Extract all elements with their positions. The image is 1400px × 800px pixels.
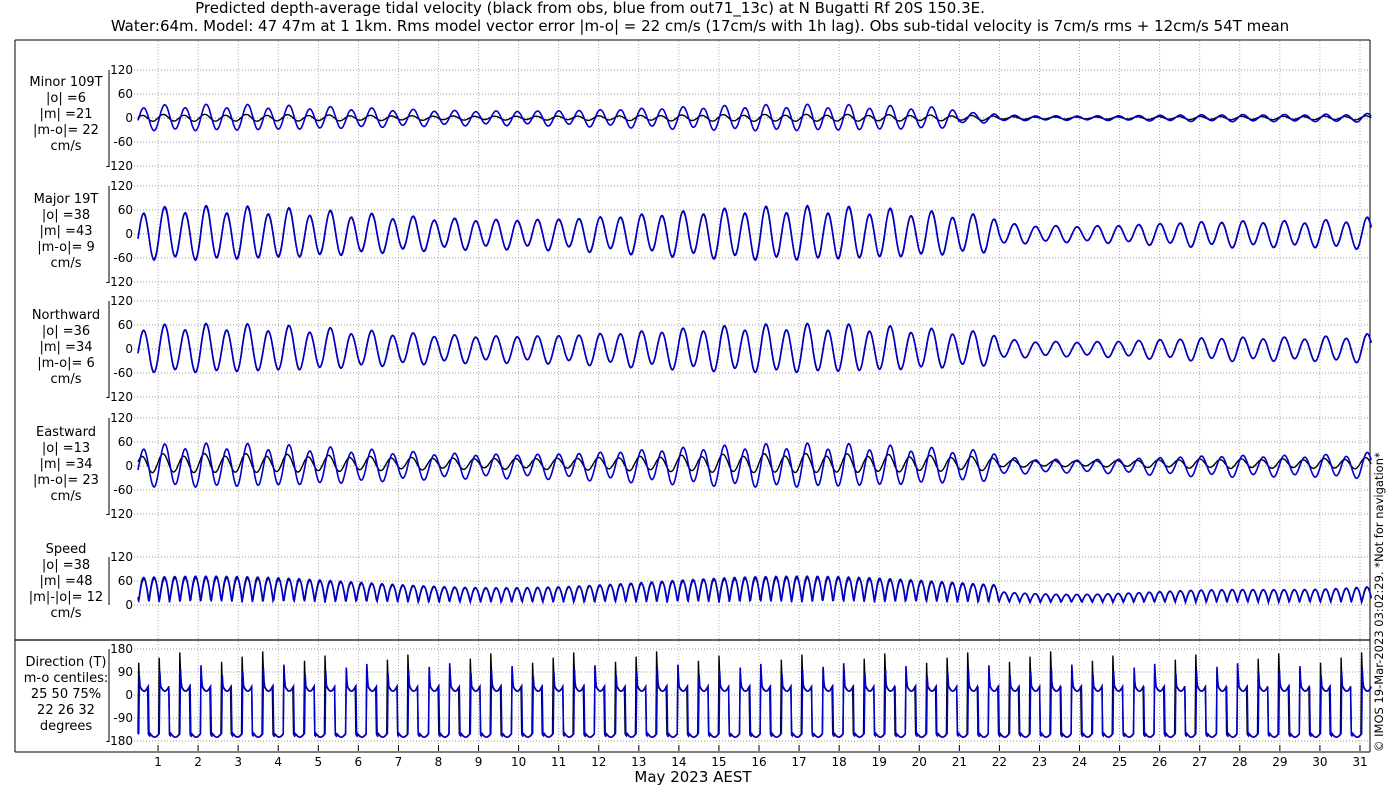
y-tick-label: 180 (110, 642, 133, 656)
x-tick-label: 5 (314, 755, 322, 769)
x-tick-label: 29 (1272, 755, 1287, 769)
x-tick-label: 25 (1112, 755, 1127, 769)
y-tick-label: -120 (106, 507, 133, 521)
x-tick-label: 4 (274, 755, 282, 769)
x-tick-label: 16 (751, 755, 766, 769)
tidal-velocity-chart: 1 2 3 4 5 6 7 8 9 10 11 12 13 14 15 16 17 18 19 20 21 22 23 24 2… (14, 39, 1372, 769)
x-tick-label: 19 (872, 755, 887, 769)
obs-series-line (137, 651, 1372, 738)
x-axis-label: May 2023 AEST (634, 768, 752, 786)
x-tick-label: 8 (435, 755, 443, 769)
x-tick-label: 17 (791, 755, 806, 769)
x-tick-label: 30 (1312, 755, 1327, 769)
x-tick-label: 15 (711, 755, 726, 769)
x-tick-label: 27 (1192, 755, 1207, 769)
y-tick-label: -60 (113, 251, 133, 265)
x-tick-label: 13 (631, 755, 646, 769)
y-tick-label: 0 (125, 598, 133, 612)
x-tick-label: 7 (395, 755, 403, 769)
x-tick-label: 18 (831, 755, 846, 769)
x-tick-label: 6 (355, 755, 363, 769)
y-tick-label: 120 (110, 550, 133, 564)
y-tick-label: 0 (125, 688, 133, 702)
y-tick-label: -60 (113, 366, 133, 380)
x-tick-label: 22 (992, 755, 1007, 769)
x-tick-label: 26 (1152, 755, 1167, 769)
x-tick-label: 23 (1032, 755, 1047, 769)
y-tick-label: 0 (125, 459, 133, 473)
y-tick-label: 120 (110, 179, 133, 193)
x-tick-label: 24 (1072, 755, 1087, 769)
y-tick-label: -120 (106, 390, 133, 404)
y-tick-label: 120 (110, 63, 133, 77)
x-tick-label: 31 (1352, 755, 1367, 769)
copyright-notice: © IMOS 19-Mar-2023 03:02:29. *Not for na… (1372, 452, 1386, 752)
y-tick-label: -90 (113, 711, 133, 725)
x-tick-label: 21 (952, 755, 967, 769)
obs-series-line (137, 322, 1372, 374)
x-tick-label: 10 (511, 755, 526, 769)
y-tick-label: 0 (125, 227, 133, 241)
x-tick-label: 20 (912, 755, 927, 769)
y-tick-label: 90 (118, 665, 133, 679)
x-tick-label: 9 (475, 755, 483, 769)
y-tick-label: 0 (125, 342, 133, 356)
y-tick-label: 60 (118, 203, 133, 217)
x-tick-label: 11 (551, 755, 566, 769)
x-tick-label: 14 (671, 755, 686, 769)
x-tick-label: 12 (591, 755, 606, 769)
y-tick-label: -180 (106, 734, 133, 748)
y-tick-label: 60 (118, 574, 133, 588)
y-tick-label: 120 (110, 294, 133, 308)
model-series-line (137, 204, 1372, 262)
y-tick-label: 60 (118, 435, 133, 449)
x-tick-label: 1 (154, 755, 162, 769)
y-tick-label: 0 (125, 111, 133, 125)
y-tick-label: -60 (113, 135, 133, 149)
y-tick-label: -120 (106, 159, 133, 173)
y-tick-label: 120 (110, 411, 133, 425)
x-tick-label: 2 (194, 755, 202, 769)
model-series-line (137, 322, 1372, 374)
y-tick-label: -60 (113, 483, 133, 497)
model-series-line (137, 663, 1372, 739)
y-tick-label: 60 (118, 87, 133, 101)
obs-series-line (137, 205, 1372, 261)
x-tick-label: 28 (1232, 755, 1247, 769)
y-tick-label: 60 (118, 318, 133, 332)
y-tick-label: -120 (106, 275, 133, 289)
model-series-line (137, 103, 1372, 132)
x-tick-label: 3 (234, 755, 242, 769)
